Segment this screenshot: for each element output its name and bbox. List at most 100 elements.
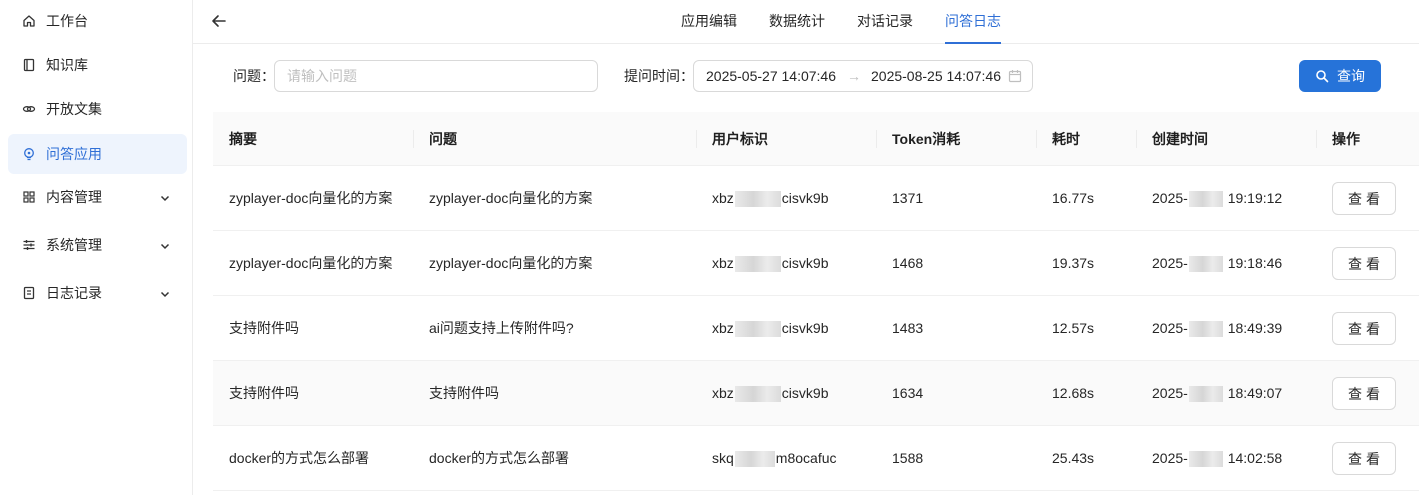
- file-icon: [22, 286, 36, 300]
- chevron-down-icon: [159, 287, 171, 299]
- user-id-cell: xbz cisvk9b: [696, 166, 828, 231]
- user-id-prefix: skq: [712, 450, 734, 466]
- tab-conversations[interactable]: 对话记录: [857, 0, 913, 44]
- created-time-suffix: 19:18:46: [1227, 255, 1283, 271]
- duration-cell: 19.37s: [1052, 255, 1095, 271]
- redacted-blur: [1188, 451, 1223, 468]
- table-row: 支持附件吗 ai问题支持上传附件吗? xbz cisvk9b 1483 12.57…: [213, 296, 1419, 361]
- summary-cell: 支持附件吗: [229, 320, 299, 336]
- sliders-icon: [22, 238, 36, 252]
- chevron-down-icon: [159, 239, 171, 251]
- question-cell: docker的方式怎么部署: [429, 450, 570, 466]
- sidebar-item-system[interactable]: 系统管理: [8, 225, 187, 265]
- time-range-picker[interactable]: 2025-05-27 14:07:46 → 2025-08-25 14:07:4…: [693, 60, 1033, 92]
- user-id-suffix: cisvk9b: [781, 320, 829, 336]
- user-id-cell: xbz cisvk9b: [696, 231, 828, 296]
- tab-app-edit[interactable]: 应用编辑: [681, 0, 737, 44]
- column-header: 问题: [429, 131, 457, 147]
- redacted-blur: [734, 451, 775, 468]
- sidebar-item-label: 内容管理: [46, 189, 102, 205]
- user-id-prefix: xbz: [712, 255, 734, 271]
- table-header: 摘要 问题 用户标识 Token消耗 耗时 创建时间 操作: [213, 112, 1419, 166]
- tab-qa-logs[interactable]: 问答日志: [945, 0, 1001, 44]
- range-arrow: →: [847, 68, 861, 84]
- summary-cell: docker的方式怎么部署: [229, 450, 370, 466]
- sidebar-item-open-docs[interactable]: 开放文集: [8, 89, 187, 129]
- created-time-suffix: 18:49:07: [1227, 385, 1283, 401]
- tokens-cell: 1634: [892, 385, 924, 401]
- sidebar-item-logs[interactable]: 日志记录: [8, 273, 187, 313]
- user-id-suffix: cisvk9b: [781, 190, 829, 206]
- user-id-prefix: xbz: [712, 190, 734, 206]
- user-id-cell: skq m8ocafuc: [696, 426, 837, 491]
- tokens-cell: 1588: [892, 450, 924, 466]
- sidebar-item-label: 日志记录: [46, 285, 102, 301]
- search-icon: [1316, 70, 1329, 83]
- redacted-blur: [1188, 191, 1223, 208]
- table-row: zyplayer-doc向量化的方案 zyplayer-doc向量化的方案 xb…: [213, 166, 1419, 231]
- created-time-suffix: 19:19:12: [1227, 190, 1283, 206]
- user-id-cell: xbz cisvk9b: [696, 361, 828, 426]
- column-header: 摘要: [229, 131, 257, 147]
- user-id-prefix: xbz: [712, 385, 734, 401]
- grid-icon: [22, 190, 36, 204]
- created-time-cell: 2025- 18:49:39: [1136, 296, 1282, 361]
- created-date-prefix: 2025-: [1152, 450, 1188, 466]
- tokens-cell: 1371: [892, 190, 924, 206]
- sidebar-item-qa-app[interactable]: 问答应用: [8, 134, 187, 174]
- redacted-blur: [734, 256, 781, 273]
- search-button[interactable]: 查询: [1299, 60, 1381, 92]
- created-time-suffix: 14:02:58: [1227, 450, 1283, 466]
- user-id-suffix: m8ocafuc: [775, 450, 837, 466]
- created-time-cell: 2025- 14:02:58: [1136, 426, 1282, 491]
- sidebar: 工作台 知识库 开放文集 问答应用 内容管理 系统管理 日志记录: [0, 0, 193, 495]
- duration-cell: 12.68s: [1052, 385, 1095, 401]
- tab-statistics[interactable]: 数据统计: [769, 0, 825, 44]
- sidebar-item-content[interactable]: 内容管理: [8, 177, 187, 217]
- table-row: docker的方式怎么部署 docker的方式怎么部署 skq m8ocafuc …: [213, 426, 1419, 491]
- created-date-prefix: 2025-: [1152, 385, 1188, 401]
- view-button[interactable]: 查看: [1332, 247, 1396, 280]
- duration-cell: 16.77s: [1052, 190, 1095, 206]
- redacted-blur: [734, 321, 781, 338]
- user-id-suffix: cisvk9b: [781, 255, 829, 271]
- question-cell: ai问题支持上传附件吗?: [429, 320, 574, 336]
- question-label: 问题：: [233, 68, 275, 84]
- redacted-blur: [1188, 256, 1223, 273]
- calendar-icon: [1008, 69, 1022, 83]
- view-button[interactable]: 查看: [1332, 312, 1396, 345]
- sidebar-item-label: 知识库: [46, 57, 88, 73]
- sidebar-item-label: 工作台: [46, 13, 88, 29]
- tokens-cell: 1468: [892, 255, 924, 271]
- sidebar-item-workbench[interactable]: 工作台: [8, 1, 187, 41]
- created-date-prefix: 2025-: [1152, 255, 1188, 271]
- column-header: Token消耗: [892, 131, 961, 147]
- created-time-cell: 2025- 19:19:12: [1136, 166, 1282, 231]
- question-input[interactable]: [275, 61, 597, 91]
- chevron-down-icon: [159, 191, 171, 203]
- back-arrow-icon[interactable]: [209, 11, 229, 31]
- column-header: 操作: [1332, 131, 1360, 147]
- created-date-prefix: 2025-: [1152, 320, 1188, 336]
- home-icon: [22, 14, 36, 28]
- tokens-cell: 1483: [892, 320, 924, 336]
- start-time[interactable]: 2025-05-27 14:07:46: [706, 68, 836, 84]
- end-time[interactable]: 2025-08-25 14:07:46: [871, 68, 1001, 84]
- view-button[interactable]: 查看: [1332, 182, 1396, 215]
- redacted-blur: [734, 386, 781, 403]
- user-id-cell: xbz cisvk9b: [696, 296, 828, 361]
- view-button[interactable]: 查看: [1332, 442, 1396, 475]
- question-input-wrapper: [274, 60, 598, 92]
- view-button[interactable]: 查看: [1332, 377, 1396, 410]
- question-cell: zyplayer-doc向量化的方案: [429, 255, 593, 271]
- summary-cell: zyplayer-doc向量化的方案: [229, 255, 393, 271]
- sidebar-item-label: 问答应用: [46, 146, 102, 162]
- table-row: 支持附件吗 支持附件吗 xbz cisvk9b 1634 12.68s 2025-…: [213, 361, 1419, 426]
- duration-cell: 25.43s: [1052, 450, 1095, 466]
- book-icon: [22, 58, 36, 72]
- column-header: 创建时间: [1152, 131, 1208, 147]
- table-row: zyplayer-doc向量化的方案 zyplayer-doc向量化的方案 xb…: [213, 231, 1419, 296]
- user-id-prefix: xbz: [712, 320, 734, 336]
- top-tab-bar: 应用编辑 数据统计 对话记录 问答日志: [193, 0, 1419, 44]
- sidebar-item-knowledge[interactable]: 知识库: [8, 45, 187, 85]
